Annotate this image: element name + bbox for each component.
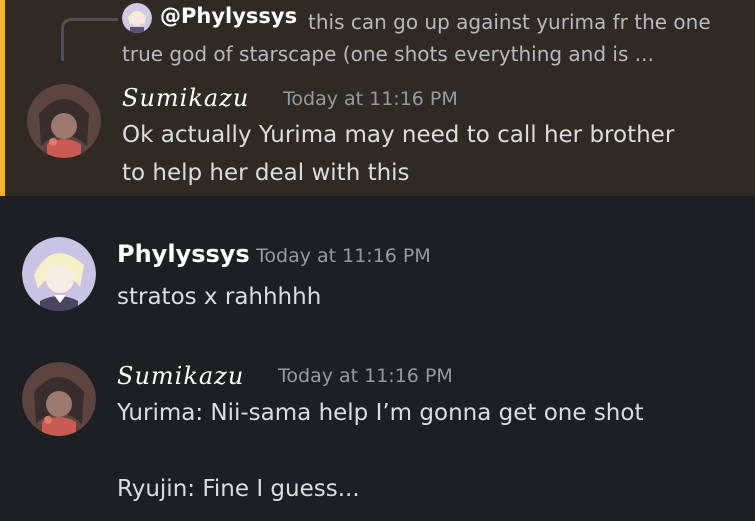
message-timestamp: Today at 11:16 PM xyxy=(283,88,458,110)
message-line: to help her deal with this xyxy=(122,160,410,186)
reply-author[interactable]: @Phylyssys xyxy=(160,4,297,28)
message-author[interactable]: Sumikazu xyxy=(122,84,249,112)
avatar[interactable] xyxy=(27,84,101,158)
message-line xyxy=(117,432,737,470)
message-author[interactable]: Phylyssys xyxy=(117,240,250,268)
reply-connector xyxy=(61,18,118,61)
message[interactable]: Phylyssys Today at 11:16 PM stratos x ra… xyxy=(0,220,755,330)
message-content: Yurima: Nii-sama help I’m gonna get one … xyxy=(117,394,737,508)
message-content: stratos x rahhhhh xyxy=(117,278,737,316)
message-line: Yurima: Nii-sama help I’m gonna get one … xyxy=(117,400,644,426)
message[interactable]: Sumikazu Today at 11:16 PM Yurima: Nii-s… xyxy=(0,340,755,521)
avatar[interactable] xyxy=(22,362,96,436)
message-line: Ok actually Yurima may need to call her … xyxy=(122,122,675,148)
message-author[interactable]: Sumikazu xyxy=(117,362,244,390)
avatar[interactable] xyxy=(22,237,96,311)
message-content: Ok actually Yurima may need to call her … xyxy=(122,116,742,192)
message-highlighted[interactable]: this can go up against yurima fr the one… xyxy=(0,0,755,196)
message-line: Ryujin: Fine I guess... xyxy=(117,476,360,502)
message-line: stratos x rahhhhh xyxy=(117,284,322,310)
message-timestamp: Today at 11:16 PM xyxy=(278,365,453,387)
message-timestamp: Today at 11:16 PM xyxy=(256,245,431,267)
